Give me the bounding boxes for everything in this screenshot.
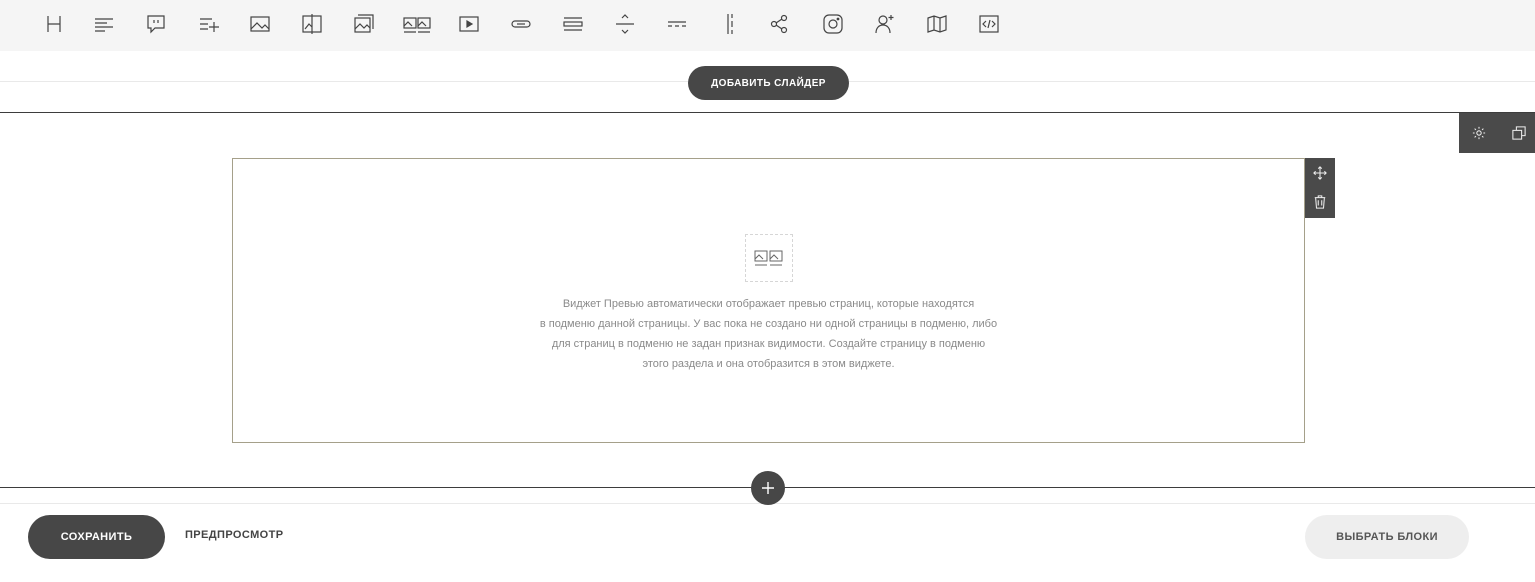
image-text-tool[interactable] bbox=[350, 10, 378, 38]
map-tool[interactable] bbox=[923, 10, 951, 38]
image-tool[interactable] bbox=[246, 10, 274, 38]
instagram-icon bbox=[823, 14, 843, 34]
image-compare-tool[interactable] bbox=[298, 10, 326, 38]
video-tool[interactable] bbox=[455, 10, 483, 38]
widget-toolbar bbox=[0, 0, 1535, 51]
dashed-divider-icon bbox=[668, 21, 686, 27]
add-block-button[interactable] bbox=[751, 471, 785, 505]
widget-placeholder bbox=[745, 234, 793, 282]
heading-tool[interactable] bbox=[40, 10, 68, 38]
widget-controls bbox=[1305, 158, 1335, 218]
widget-move-handle[interactable] bbox=[1311, 164, 1329, 182]
image-compare-icon bbox=[302, 14, 322, 34]
gear-icon bbox=[1472, 126, 1486, 140]
code-tool[interactable] bbox=[975, 10, 1003, 38]
duplicate-icon bbox=[1512, 126, 1526, 140]
gallery-icon bbox=[754, 250, 783, 266]
spacer-icon bbox=[563, 17, 583, 31]
share-icon bbox=[770, 14, 788, 34]
divider-icon bbox=[616, 14, 634, 34]
quote-icon bbox=[147, 15, 165, 34]
block-duplicate-button[interactable] bbox=[1509, 123, 1529, 143]
message-line: для страниц в подменю не задан признак в… bbox=[551, 338, 986, 350]
button-icon bbox=[511, 20, 531, 28]
spacer-tool[interactable] bbox=[559, 10, 587, 38]
add-user-tool[interactable] bbox=[871, 10, 899, 38]
divider-tool[interactable] bbox=[611, 10, 639, 38]
message-line: Виджет Превью автоматически отображает п… bbox=[562, 298, 975, 310]
list-icon bbox=[200, 18, 219, 32]
list-tool[interactable] bbox=[195, 10, 223, 38]
code-icon bbox=[979, 15, 999, 33]
add-user-icon bbox=[875, 15, 894, 34]
gallery-icon bbox=[403, 17, 431, 33]
block-controls bbox=[1459, 113, 1535, 153]
widget-empty-message: Виджет Превью автоматически отображает п… bbox=[480, 294, 1057, 374]
map-icon bbox=[927, 15, 947, 33]
move-icon bbox=[1313, 166, 1327, 180]
add-slider-button[interactable]: ДОБАВИТЬ СЛАЙДЕР bbox=[688, 66, 849, 100]
save-button[interactable]: СОХРАНИТЬ bbox=[28, 515, 165, 559]
video-icon bbox=[459, 16, 479, 32]
share-tool[interactable] bbox=[765, 10, 793, 38]
button-tool[interactable] bbox=[507, 10, 535, 38]
trash-icon bbox=[1314, 195, 1326, 209]
gallery-tool[interactable] bbox=[403, 10, 431, 38]
vertical-divider-tool[interactable] bbox=[716, 10, 744, 38]
quote-tool[interactable] bbox=[142, 10, 170, 38]
text-icon bbox=[95, 18, 113, 32]
message-line: этого раздела и она отобразится в этом в… bbox=[642, 358, 895, 370]
plus-icon bbox=[762, 482, 774, 494]
choose-blocks-button[interactable]: ВЫБРАТЬ БЛОКИ bbox=[1305, 515, 1469, 559]
message-line: в подменю данной страницы. У вас пока не… bbox=[539, 318, 998, 330]
preview-link[interactable]: ПРЕДПРОСМОТР bbox=[185, 529, 283, 545]
vertical-divider-icon bbox=[727, 14, 733, 34]
instagram-tool[interactable] bbox=[819, 10, 847, 38]
image-icon bbox=[250, 16, 270, 32]
heading-icon bbox=[47, 16, 61, 32]
block-top-border bbox=[0, 112, 1535, 113]
image-text-icon bbox=[354, 14, 374, 33]
block-settings-button[interactable] bbox=[1469, 123, 1489, 143]
text-tool[interactable] bbox=[90, 10, 118, 38]
dashed-divider-tool[interactable] bbox=[663, 10, 691, 38]
widget-delete-button[interactable] bbox=[1311, 193, 1329, 211]
